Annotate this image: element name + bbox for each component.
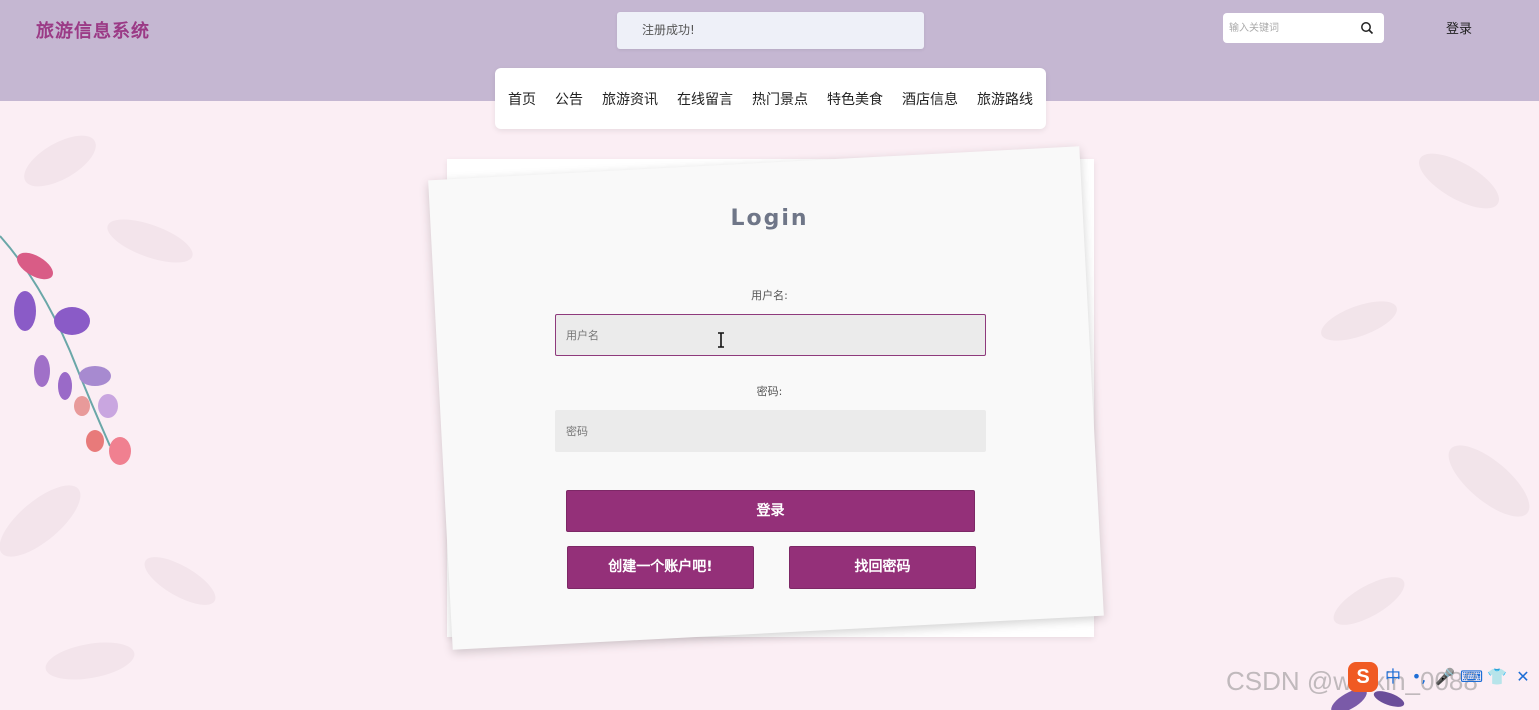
search-input[interactable] [1229,18,1354,38]
nav-item-message[interactable]: 在线留言 [677,89,733,109]
ime-toolbar: S 中 •, 🎤 ⌨ 👕 ✕ [1348,660,1539,694]
search-box [1223,13,1384,43]
username-label: 用户名: [751,289,788,302]
login-title: Login [730,206,809,231]
site-title[interactable]: 旅游信息系统 [36,17,150,43]
ime-voice-icon[interactable]: 🎤 [1434,666,1456,688]
header-login-link[interactable]: 登录 [1446,18,1472,37]
password-input[interactable] [555,410,986,452]
nav-item-food[interactable]: 特色美食 [827,89,883,109]
nav-item-hotel[interactable]: 酒店信息 [902,89,958,109]
ime-keyboard-icon[interactable]: ⌨ [1460,666,1483,688]
password-label: 密码: [756,385,783,398]
ime-punctuation-icon[interactable]: •, [1408,666,1430,688]
sogou-ime-logo-icon[interactable]: S [1348,662,1378,692]
nav-item-home[interactable]: 首页 [508,89,536,109]
ime-close-icon[interactable]: ✕ [1512,666,1534,688]
username-input[interactable] [555,314,986,356]
ime-skin-icon[interactable]: 👕 [1486,666,1508,688]
register-button[interactable]: 创建一个账户吧! [567,546,754,589]
nav-item-routes[interactable]: 旅游路线 [977,89,1033,109]
nav-item-news[interactable]: 旅游资讯 [602,89,658,109]
forgot-password-button[interactable]: 找回密码 [789,546,976,589]
nav-item-attractions[interactable]: 热门景点 [752,89,808,109]
ime-chinese-mode-icon[interactable]: 中 [1382,666,1404,688]
floral-decoration-right [1321,153,1530,710]
success-toast: 注册成功! [617,12,924,49]
search-icon[interactable] [1360,21,1374,35]
main-nav: 首页 公告 旅游资讯 在线留言 热门景点 特色美食 酒店信息 旅游路线 [495,68,1046,129]
login-button[interactable]: 登录 [566,490,975,532]
floral-decoration-left [0,135,216,680]
text-cursor-icon [718,332,724,348]
nav-item-notice[interactable]: 公告 [555,89,583,109]
